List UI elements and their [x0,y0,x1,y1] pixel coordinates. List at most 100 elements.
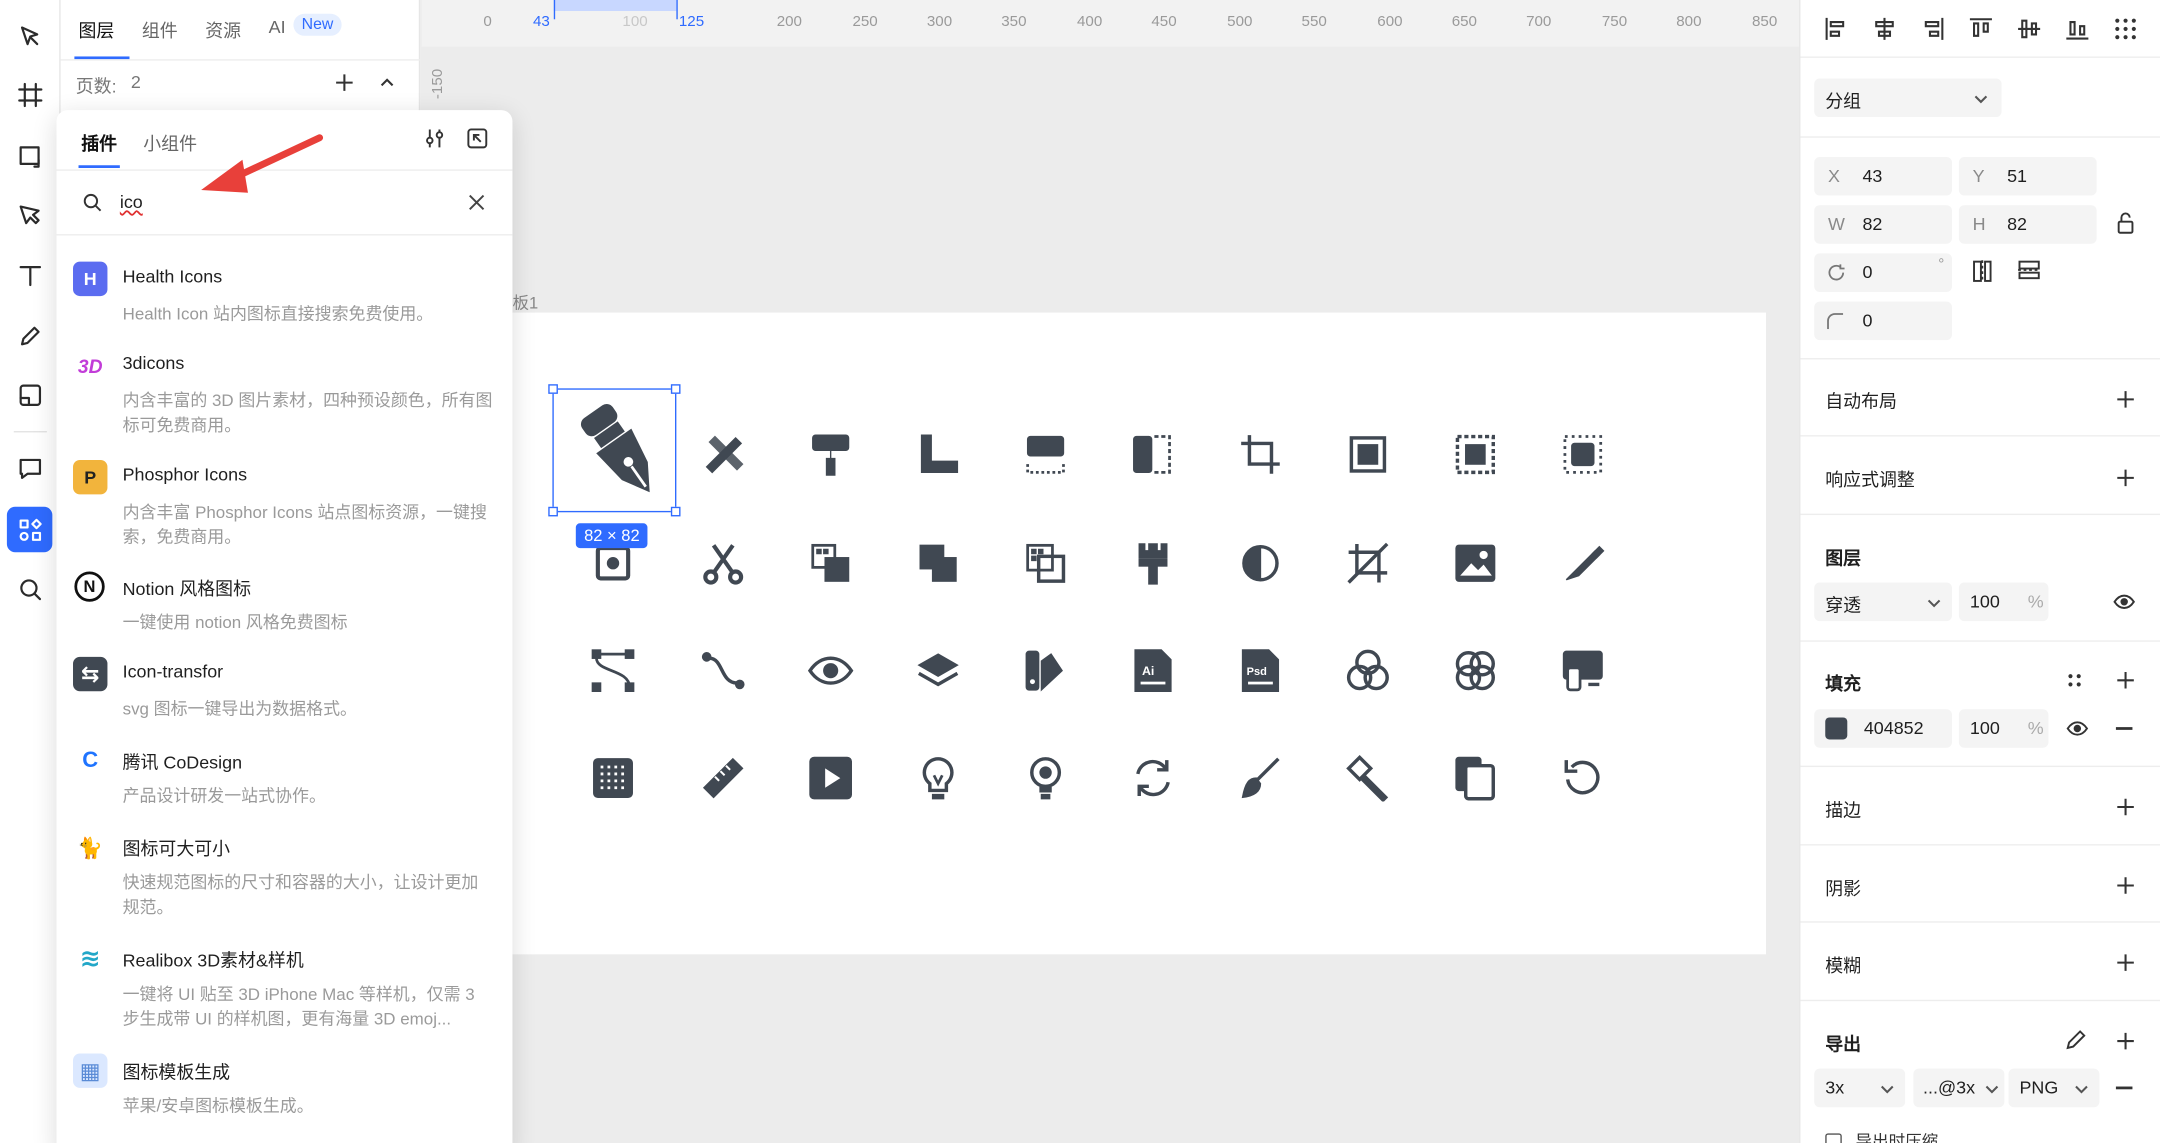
compress-checkbox[interactable] [1825,1133,1842,1143]
rotate-icon[interactable] [1559,755,1606,802]
add-blur-icon[interactable] [2116,953,2135,972]
selection-box[interactable] [548,384,681,517]
play-icon[interactable] [807,755,854,802]
edit-export-icon[interactable] [2065,1029,2087,1051]
overlap-squares-icon[interactable] [915,540,962,587]
export-format-select[interactable]: PNG [2008,1068,2100,1108]
collapse-pages-icon[interactable] [379,76,396,90]
h-field[interactable]: H 82 [1958,205,2097,244]
align-right-icon[interactable] [1920,17,1945,42]
search-input[interactable]: ico [120,191,143,212]
flip-vertical-icon[interactable] [2017,259,2042,281]
hammer-icon[interactable] [1344,754,1391,802]
add-fill-icon[interactable] [2116,671,2135,690]
frame-tool-icon[interactable] [10,74,51,115]
plugin-settings-icon[interactable] [424,128,445,149]
dotted-frame-icon[interactable] [1452,431,1499,478]
eye-icon[interactable] [807,647,854,694]
scissors-icon[interactable] [700,540,747,587]
devices-icon[interactable] [1559,647,1606,694]
eye-icon[interactable] [2066,720,2089,737]
artboard[interactable]: Ai Psd [512,312,1767,955]
lightbulb-alt-icon[interactable] [1022,755,1069,802]
contrast-icon[interactable] [1237,540,1284,587]
clear-search-icon[interactable] [468,194,485,211]
ruler-pencil-icon[interactable] [700,431,747,478]
add-responsive-icon[interactable] [2116,468,2135,487]
remove-fill-icon[interactable] [2115,727,2133,730]
resize-handle[interactable] [548,384,558,394]
pen-tool-icon[interactable] [10,196,51,237]
search-tool-icon[interactable] [10,569,51,610]
layers-icon[interactable] [915,647,962,694]
copy-icon[interactable] [1452,755,1499,802]
resize-handle[interactable] [670,506,681,517]
lock-ratio-icon[interactable] [2116,212,2135,234]
tab-ai[interactable]: AI [269,17,286,38]
add-stroke-icon[interactable] [2116,797,2135,816]
dotted-frame-alt-icon[interactable] [1559,431,1606,478]
align-top-dashed-icon[interactable] [1022,431,1069,478]
mosaic-square-icon[interactable] [1022,540,1069,587]
align-h-center-icon[interactable] [1872,17,1897,42]
remove-export-icon[interactable] [2115,1086,2133,1090]
align-v-center-icon[interactable] [2017,17,2042,42]
align-left-icon[interactable] [1824,17,1849,42]
flip-horizontal-icon[interactable] [1971,259,1993,284]
export-suffix-select[interactable]: ...@3x [1913,1068,2005,1108]
resize-handle[interactable] [548,506,558,517]
tab-plugins[interactable]: 插件 [81,129,117,155]
tab-assets[interactable]: 资源 [205,17,241,43]
sync-icon[interactable] [1130,755,1177,802]
export-scale-select[interactable]: 3x [1814,1068,1906,1108]
add-shadow-icon[interactable] [2116,876,2135,895]
align-top-icon[interactable] [1969,17,1994,42]
paint-roller-icon[interactable] [807,431,854,478]
tab-layers[interactable]: 图层 [79,17,115,43]
rotation-field[interactable]: 0 ° [1814,253,1952,292]
brush-icon[interactable] [1130,540,1177,587]
radius-field[interactable]: 0 [1814,301,1952,341]
add-export-icon[interactable] [2116,1031,2135,1050]
ai-file-icon[interactable]: Ai [1130,647,1177,694]
distribute-icon[interactable] [2113,17,2138,42]
layer-opacity-field[interactable]: 100 % [1958,582,2049,622]
image-icon[interactable] [1452,540,1499,587]
corner-ruler-icon[interactable] [915,431,962,478]
crop-off-icon[interactable] [1344,540,1391,587]
plugins-tool-icon[interactable] [6,506,53,553]
bezier-path-icon[interactable] [590,647,637,694]
tab-widgets[interactable]: 小组件 [143,129,197,155]
add-page-icon[interactable] [335,73,354,92]
fill-color-field[interactable]: 404852 [1814,709,1952,748]
curve-path-icon[interactable] [700,647,747,694]
y-field[interactable]: Y 51 [1958,156,2097,196]
text-tool-icon[interactable] [10,255,51,296]
crop-icon[interactable] [1237,431,1284,478]
open-external-icon[interactable] [467,128,488,149]
group-type-select[interactable]: 分组 [1814,78,2002,118]
knife-icon[interactable] [1559,540,1606,587]
comment-tool-icon[interactable] [10,448,51,489]
four-circles-icon[interactable] [1452,647,1499,694]
blend-mode-select[interactable]: 穿透 [1814,582,1952,622]
align-bottom-icon[interactable] [2065,17,2090,42]
resize-handle[interactable] [670,384,681,394]
psd-file-icon[interactable]: Psd [1237,647,1284,694]
pencil-tool-icon[interactable] [10,315,51,356]
ruler-icon[interactable] [700,755,747,802]
eye-icon[interactable] [2113,594,2135,611]
grid-tile-icon[interactable] [590,755,637,802]
pen-tool-icon[interactable] [1237,755,1284,802]
frame-select-icon[interactable] [1344,431,1391,478]
move-tool-icon[interactable] [10,17,51,58]
x-field[interactable]: X 43 [1814,156,1952,196]
slice-tool-icon[interactable] [10,375,51,416]
w-field[interactable]: W 82 [1814,205,1952,244]
color-circles-icon[interactable] [1344,647,1391,694]
tab-components[interactable]: 组件 [142,17,178,43]
rectangle-tool-icon[interactable] [10,135,51,176]
color-swatch-icon[interactable] [1022,647,1069,694]
frame-label[interactable]: 板1 [512,291,538,314]
fill-swatch[interactable] [1825,717,1848,740]
